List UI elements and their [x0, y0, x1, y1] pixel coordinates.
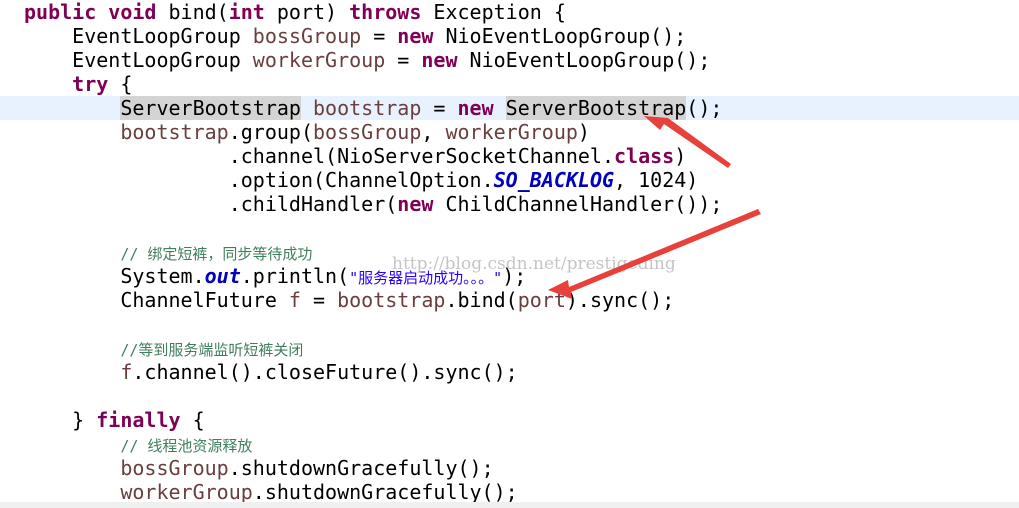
red-arrow-2	[548, 209, 761, 299]
annotation-arrows	[548, 116, 761, 299]
horizontal-scrollbar[interactable]	[0, 502, 1019, 508]
code-editor[interactable]: public void bind(int port) throws Except…	[0, 0, 1019, 508]
red-arrow-1	[644, 116, 731, 168]
